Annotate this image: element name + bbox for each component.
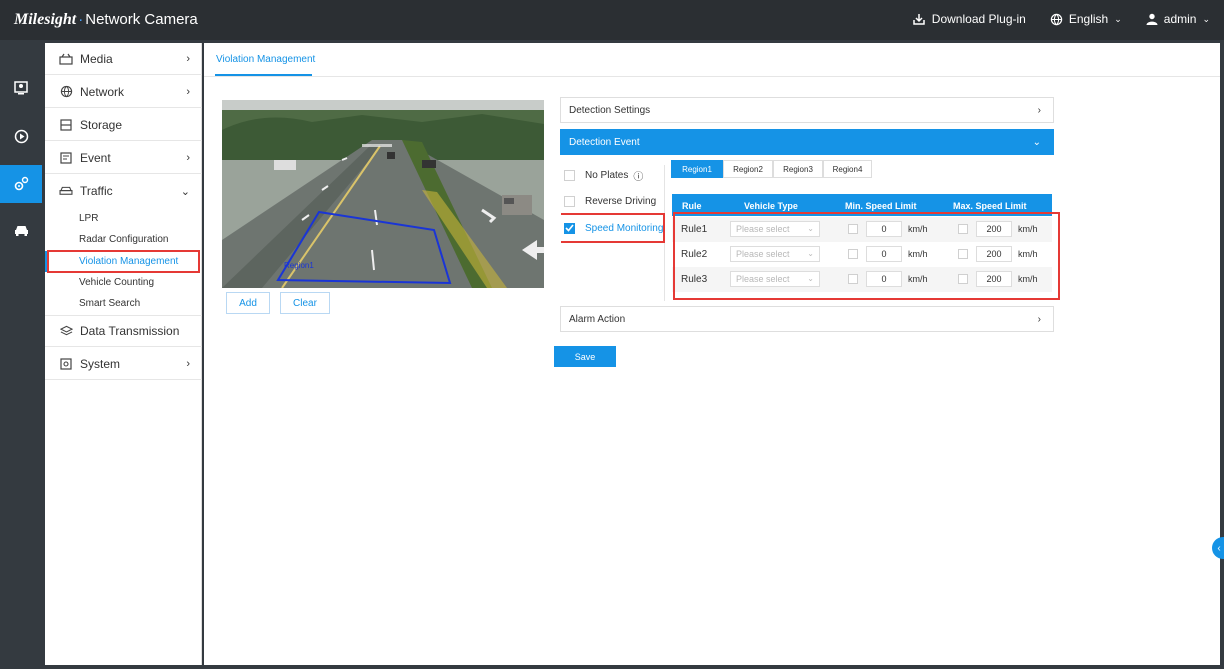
menu-item-label: Storage bbox=[80, 117, 123, 132]
highlight-box-menu bbox=[47, 250, 200, 273]
menu-item-label: Traffic bbox=[80, 184, 113, 198]
menu-item-label: Network bbox=[80, 84, 125, 99]
submenu-radar-configuration[interactable]: Radar Configuration bbox=[45, 229, 202, 250]
chevron-right-icon: › bbox=[1037, 314, 1041, 325]
menu-item-label: Data Transmission bbox=[80, 324, 180, 338]
mode-icon-bar bbox=[0, 40, 42, 669]
chevron-left-icon: ‹ bbox=[1217, 542, 1221, 554]
header-max-speed: Max. Speed Limit bbox=[953, 201, 1027, 211]
menu-item-label: System bbox=[80, 356, 121, 371]
download-icon bbox=[913, 14, 925, 25]
menu-item-network[interactable]: Network › bbox=[45, 76, 202, 108]
menu-item-traffic[interactable]: Traffic ⌄ bbox=[45, 175, 202, 207]
storage-icon bbox=[58, 117, 74, 133]
globe-icon bbox=[1050, 13, 1063, 25]
save-button[interactable]: Save bbox=[554, 346, 616, 367]
system-icon bbox=[58, 356, 74, 372]
chevron-right-icon: › bbox=[186, 53, 190, 65]
chevron-right-icon: › bbox=[1037, 105, 1041, 116]
tab-region3[interactable]: Region3 bbox=[773, 160, 823, 178]
detection-event-label: Detection Event bbox=[569, 136, 640, 148]
detection-event-header[interactable]: Detection Event ⌄ bbox=[560, 129, 1054, 155]
media-icon bbox=[58, 51, 74, 67]
highlight-box-table bbox=[673, 212, 1060, 300]
camera-preview[interactable]: Region1 bbox=[222, 100, 544, 288]
chevron-down-icon: ⌄ bbox=[1032, 137, 1041, 148]
user-icon bbox=[1146, 13, 1158, 25]
region-label: Region1 bbox=[284, 261, 314, 270]
alarm-action-header[interactable]: Alarm Action › bbox=[560, 306, 1054, 332]
main-content: Violation Management Region1 Add Clear D… bbox=[204, 43, 1220, 665]
header-min-speed: Min. Speed Limit bbox=[845, 201, 917, 211]
tabs-divider bbox=[204, 76, 1220, 77]
playback-icon[interactable] bbox=[0, 118, 42, 154]
submenu-lpr[interactable]: LPR bbox=[45, 208, 202, 229]
alarm-action-label: Alarm Action bbox=[569, 313, 626, 325]
download-plugin-link[interactable]: Download Plug-in bbox=[912, 12, 1026, 26]
chevron-down-icon: ⌄ bbox=[1202, 13, 1210, 24]
add-button[interactable]: Add bbox=[226, 292, 270, 314]
event-icon bbox=[58, 150, 74, 166]
user-label: admin bbox=[1163, 12, 1197, 26]
download-plugin-label: Download Plug-in bbox=[931, 12, 1026, 26]
menu-item-system[interactable]: System › bbox=[45, 348, 202, 380]
chevron-right-icon: › bbox=[186, 86, 190, 98]
no-plates-label: No Plates bbox=[585, 169, 629, 181]
detection-settings-label: Detection Settings bbox=[569, 104, 651, 116]
chevron-right-icon: › bbox=[186, 358, 190, 370]
language-select[interactable]: English ⌄ bbox=[1050, 12, 1122, 26]
app-logo: Milesight · Network Camera bbox=[14, 11, 198, 28]
live-view-icon[interactable] bbox=[0, 70, 42, 106]
header-rule: Rule bbox=[682, 201, 702, 211]
menu-item-data-transmission[interactable]: Data Transmission bbox=[45, 315, 202, 347]
menu-item-media[interactable]: Media › bbox=[45, 43, 202, 75]
menu-item-label: Event bbox=[80, 150, 111, 165]
highlight-box-option bbox=[561, 213, 665, 243]
menu-item-storage[interactable]: Storage bbox=[45, 109, 202, 141]
menu-item-label: Media bbox=[80, 51, 113, 66]
user-menu[interactable]: admin ⌄ bbox=[1146, 12, 1210, 26]
clear-button[interactable]: Clear bbox=[280, 292, 330, 314]
no-plates-checkbox[interactable] bbox=[564, 169, 575, 181]
submenu-vehicle-counting[interactable]: Vehicle Counting bbox=[45, 272, 202, 293]
network-icon bbox=[58, 84, 74, 100]
detection-settings-header[interactable]: Detection Settings › bbox=[560, 97, 1054, 123]
vehicle-icon[interactable] bbox=[0, 212, 42, 248]
product-name: Network Camera bbox=[85, 11, 198, 28]
tab-region4[interactable]: Region4 bbox=[823, 160, 872, 178]
chevron-down-icon: ⌄ bbox=[180, 186, 190, 198]
settings-icon[interactable] bbox=[0, 165, 42, 203]
brand-name: Milesight bbox=[14, 11, 77, 28]
header-vehicle-type: Vehicle Type bbox=[744, 201, 798, 211]
tab-region1[interactable]: Region1 bbox=[671, 160, 723, 178]
tab-region2[interactable]: Region2 bbox=[723, 160, 773, 178]
info-icon: ⓘ bbox=[633, 171, 644, 183]
top-bar: Milesight · Network Camera Download Plug-i… bbox=[0, 0, 1224, 40]
menu-item-event[interactable]: Event › bbox=[45, 142, 202, 174]
settings-menu: Media › Network › Storage Event › Traffi… bbox=[45, 43, 202, 665]
submenu-smart-search[interactable]: Smart Search bbox=[45, 293, 202, 314]
camera-scene-image: Region1 bbox=[222, 100, 544, 288]
no-plates-option[interactable]: No Plates ⓘ bbox=[564, 165, 643, 185]
chevron-down-icon: ⌄ bbox=[1114, 13, 1122, 24]
layers-icon bbox=[58, 323, 74, 339]
reverse-driving-checkbox[interactable] bbox=[564, 195, 575, 207]
reverse-driving-label: Reverse Driving bbox=[585, 195, 657, 207]
reverse-driving-option[interactable]: Reverse Driving bbox=[564, 191, 656, 211]
chevron-right-icon: › bbox=[186, 152, 190, 164]
tab-violation-management[interactable]: Violation Management bbox=[216, 54, 315, 65]
language-label: English bbox=[1068, 12, 1109, 26]
car-icon bbox=[58, 183, 74, 199]
